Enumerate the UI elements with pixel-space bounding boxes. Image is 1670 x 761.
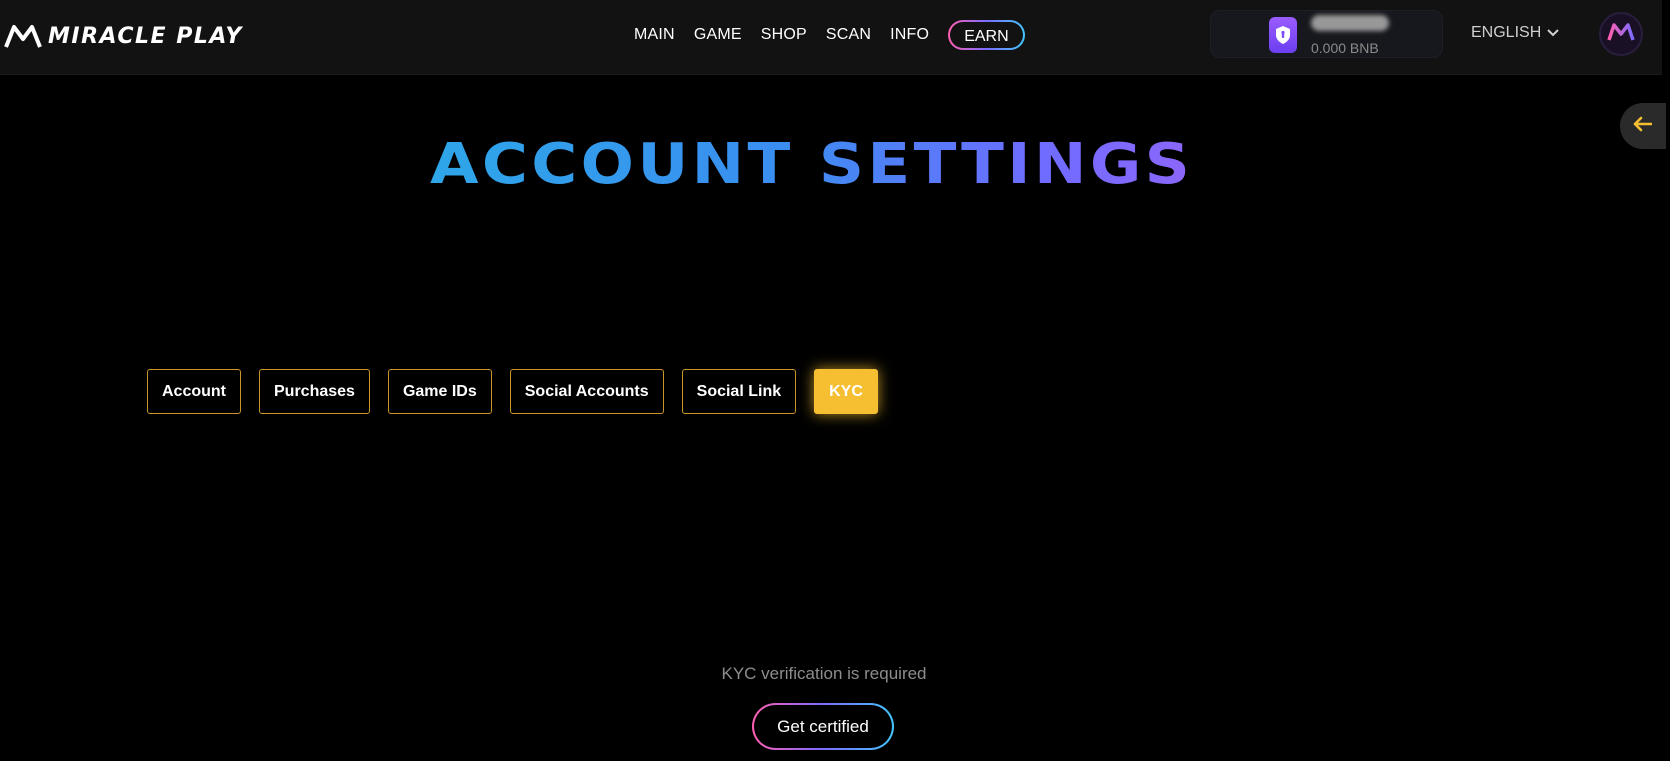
arrow-left-icon xyxy=(1632,116,1653,137)
avatar[interactable] xyxy=(1599,12,1643,56)
wallet-name-blurred xyxy=(1311,15,1389,31)
tab-social-link[interactable]: Social Link xyxy=(681,369,797,414)
tab-kyc[interactable]: KYC xyxy=(814,369,878,414)
miracle-play-avatar-icon xyxy=(1607,22,1635,47)
language-selector[interactable]: ENGLISH xyxy=(1471,24,1559,42)
wallet-balance: 0.000 BNB xyxy=(1311,40,1379,56)
nav-scan[interactable]: SCAN xyxy=(826,26,871,44)
back-button[interactable] xyxy=(1620,103,1666,149)
nav-earn-button[interactable]: EARN xyxy=(948,20,1024,50)
page-title: ACCOUNT SETTINGS xyxy=(430,132,1304,202)
wallet-widget[interactable]: 0.000 BNB xyxy=(1210,10,1443,58)
tab-purchases[interactable]: Purchases xyxy=(259,369,370,414)
language-label: ENGLISH xyxy=(1471,24,1542,41)
logo[interactable]: MIRACLE PLAY xyxy=(4,21,243,51)
top-header: MIRACLE PLAY MAIN GAME SHOP SCAN INFO EA… xyxy=(0,0,1662,75)
settings-tabs: Account Purchases Game IDs Social Accoun… xyxy=(147,369,878,414)
logo-text: MIRACLE PLAY xyxy=(48,23,243,49)
chevron-down-icon xyxy=(1547,24,1559,42)
nav-info[interactable]: INFO xyxy=(890,26,929,44)
nav-game[interactable]: GAME xyxy=(694,26,742,44)
nav-main[interactable]: MAIN xyxy=(634,26,675,44)
miracle-play-logo-icon xyxy=(4,23,42,49)
kyc-message: KYC verification is required xyxy=(721,664,927,683)
shield-icon xyxy=(1269,17,1297,53)
main-nav: MAIN GAME SHOP SCAN INFO EARN xyxy=(634,20,1025,50)
nav-shop[interactable]: SHOP xyxy=(761,26,807,44)
get-certified-button[interactable]: Get certified xyxy=(752,703,894,750)
tab-game-ids[interactable]: Game IDs xyxy=(387,369,492,414)
tab-account[interactable]: Account xyxy=(147,369,241,414)
tab-social-accounts[interactable]: Social Accounts xyxy=(509,369,664,414)
